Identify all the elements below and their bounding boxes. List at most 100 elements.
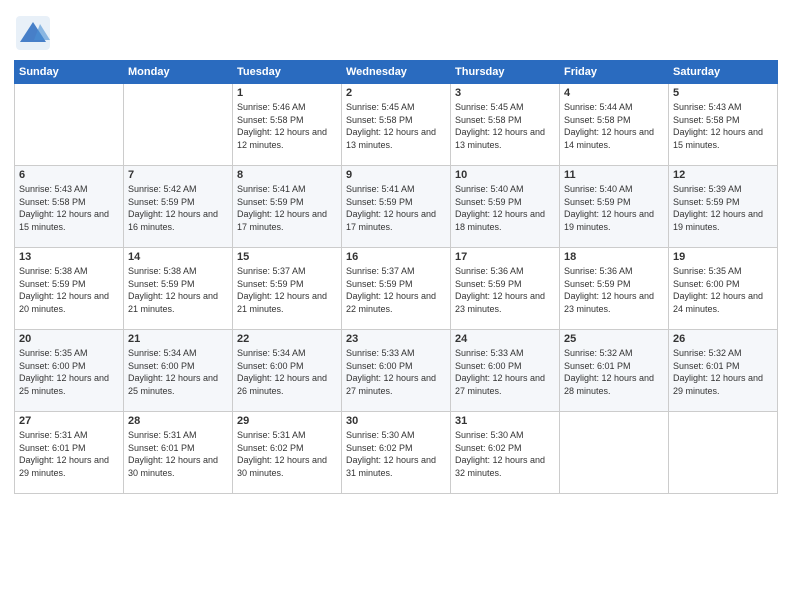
- day-detail: Sunrise: 5:36 AM Sunset: 5:59 PM Dayligh…: [564, 265, 664, 315]
- day-detail: Sunrise: 5:30 AM Sunset: 6:02 PM Dayligh…: [346, 429, 446, 479]
- day-number: 5: [673, 87, 773, 99]
- day-detail: Sunrise: 5:45 AM Sunset: 5:58 PM Dayligh…: [455, 101, 555, 151]
- calendar-cell: 13Sunrise: 5:38 AM Sunset: 5:59 PM Dayli…: [15, 248, 124, 330]
- day-detail: Sunrise: 5:42 AM Sunset: 5:59 PM Dayligh…: [128, 183, 228, 233]
- weekday-header-thursday: Thursday: [451, 61, 560, 84]
- calendar-cell: 9 Sunrise: 5:41 AM Sunset: 5:59 PM Daylig…: [342, 166, 451, 248]
- day-detail: Sunrise: 5:41 AM Sunset: 5:59 PM Dayligh…: [237, 183, 337, 233]
- weekday-header-sunday: Sunday: [15, 61, 124, 84]
- day-number: 1: [237, 87, 337, 99]
- calendar-cell: 16 Sunrise: 5:37 AM Sunset: 5:59 PM Dayli…: [342, 248, 451, 330]
- day-detail: Sunrise: 5:36 AM Sunset: 5:59 PM Dayligh…: [455, 265, 555, 315]
- calendar-cell: 3 Sunrise: 5:45 AM Sunset: 5:58 PM Daylig…: [451, 84, 560, 166]
- day-detail: Sunrise: 5:31 AM Sunset: 6:01 PM Dayligh…: [128, 429, 228, 479]
- calendar-cell: 19Sunrise: 5:35 AM Sunset: 6:00 PM Dayli…: [669, 248, 778, 330]
- calendar-cell: 28 Sunrise: 5:31 AM Sunset: 6:01 PM Dayli…: [124, 412, 233, 494]
- calendar-table: SundayMondayTuesdayWednesdayThursdayFrid…: [14, 60, 778, 494]
- day-number: 10: [455, 169, 555, 181]
- week-row-2: 6Sunrise: 5:43 AM Sunset: 5:58 PM Daylig…: [15, 166, 778, 248]
- day-number: 15: [237, 251, 337, 263]
- day-number: 17: [455, 251, 555, 263]
- day-detail: Sunrise: 5:40 AM Sunset: 5:59 PM Dayligh…: [455, 183, 555, 233]
- day-detail: Sunrise: 5:38 AM Sunset: 5:59 PM Dayligh…: [128, 265, 228, 315]
- logo: [14, 14, 56, 52]
- day-number: 11: [564, 169, 664, 181]
- day-number: 3: [455, 87, 555, 99]
- day-number: 18: [564, 251, 664, 263]
- day-detail: Sunrise: 5:46 AM Sunset: 5:58 PM Dayligh…: [237, 101, 337, 151]
- day-detail: Sunrise: 5:34 AM Sunset: 6:00 PM Dayligh…: [128, 347, 228, 397]
- day-detail: Sunrise: 5:31 AM Sunset: 6:01 PM Dayligh…: [19, 429, 119, 479]
- calendar-cell: 8 Sunrise: 5:41 AM Sunset: 5:59 PM Daylig…: [233, 166, 342, 248]
- day-detail: Sunrise: 5:37 AM Sunset: 5:59 PM Dayligh…: [237, 265, 337, 315]
- calendar-cell: 5 Sunrise: 5:43 AM Sunset: 5:58 PM Daylig…: [669, 84, 778, 166]
- day-detail: Sunrise: 5:41 AM Sunset: 5:59 PM Dayligh…: [346, 183, 446, 233]
- week-row-4: 20 Sunrise: 5:35 AM Sunset: 6:00 PM Dayli…: [15, 330, 778, 412]
- day-detail: Sunrise: 5:43 AM Sunset: 5:58 PM Dayligh…: [19, 183, 119, 233]
- day-number: 7: [128, 169, 228, 181]
- weekday-header-wednesday: Wednesday: [342, 61, 451, 84]
- day-number: 21: [128, 333, 228, 345]
- day-number: 23: [346, 333, 446, 345]
- day-detail: Sunrise: 5:39 AM Sunset: 5:59 PM Dayligh…: [673, 183, 773, 233]
- calendar-cell: 21 Sunrise: 5:34 AM Sunset: 6:00 PM Dayli…: [124, 330, 233, 412]
- calendar-cell: [560, 412, 669, 494]
- day-detail: Sunrise: 5:40 AM Sunset: 5:59 PM Dayligh…: [564, 183, 664, 233]
- calendar-cell: 23Sunrise: 5:33 AM Sunset: 6:00 PM Dayli…: [342, 330, 451, 412]
- calendar-cell: 22 Sunrise: 5:34 AM Sunset: 6:00 PM Dayli…: [233, 330, 342, 412]
- day-number: 22: [237, 333, 337, 345]
- day-detail: Sunrise: 5:33 AM Sunset: 6:00 PM Dayligh…: [455, 347, 555, 397]
- day-detail: Sunrise: 5:35 AM Sunset: 6:00 PM Dayligh…: [673, 265, 773, 315]
- calendar-cell: 6Sunrise: 5:43 AM Sunset: 5:58 PM Daylig…: [15, 166, 124, 248]
- calendar-cell: 31 Sunrise: 5:30 AM Sunset: 6:02 PM Dayli…: [451, 412, 560, 494]
- day-detail: Sunrise: 5:32 AM Sunset: 6:01 PM Dayligh…: [673, 347, 773, 397]
- day-number: 12: [673, 169, 773, 181]
- logo-icon: [14, 14, 52, 52]
- week-row-5: 27Sunrise: 5:31 AM Sunset: 6:01 PM Dayli…: [15, 412, 778, 494]
- day-number: 25: [564, 333, 664, 345]
- day-number: 26: [673, 333, 773, 345]
- week-row-1: 1 Sunrise: 5:46 AM Sunset: 5:58 PM Daylig…: [15, 84, 778, 166]
- weekday-header-saturday: Saturday: [669, 61, 778, 84]
- calendar-cell: 27Sunrise: 5:31 AM Sunset: 6:01 PM Dayli…: [15, 412, 124, 494]
- day-detail: Sunrise: 5:45 AM Sunset: 5:58 PM Dayligh…: [346, 101, 446, 151]
- calendar-cell: 29Sunrise: 5:31 AM Sunset: 6:02 PM Dayli…: [233, 412, 342, 494]
- calendar-cell: 30 Sunrise: 5:30 AM Sunset: 6:02 PM Dayli…: [342, 412, 451, 494]
- calendar-cell: 11 Sunrise: 5:40 AM Sunset: 5:59 PM Dayli…: [560, 166, 669, 248]
- weekday-header-friday: Friday: [560, 61, 669, 84]
- page: SundayMondayTuesdayWednesdayThursdayFrid…: [0, 0, 792, 612]
- calendar-cell: 14Sunrise: 5:38 AM Sunset: 5:59 PM Dayli…: [124, 248, 233, 330]
- day-number: 20: [19, 333, 119, 345]
- calendar-cell: 24 Sunrise: 5:33 AM Sunset: 6:00 PM Dayli…: [451, 330, 560, 412]
- day-detail: Sunrise: 5:35 AM Sunset: 6:00 PM Dayligh…: [19, 347, 119, 397]
- calendar-cell: 10 Sunrise: 5:40 AM Sunset: 5:59 PM Dayli…: [451, 166, 560, 248]
- day-detail: Sunrise: 5:43 AM Sunset: 5:58 PM Dayligh…: [673, 101, 773, 151]
- day-detail: Sunrise: 5:44 AM Sunset: 5:58 PM Dayligh…: [564, 101, 664, 151]
- day-number: 30: [346, 415, 446, 427]
- calendar-cell: 20 Sunrise: 5:35 AM Sunset: 6:00 PM Dayli…: [15, 330, 124, 412]
- day-detail: Sunrise: 5:37 AM Sunset: 5:59 PM Dayligh…: [346, 265, 446, 315]
- day-number: 8: [237, 169, 337, 181]
- calendar-cell: 18 Sunrise: 5:36 AM Sunset: 5:59 PM Dayli…: [560, 248, 669, 330]
- day-detail: Sunrise: 5:34 AM Sunset: 6:00 PM Dayligh…: [237, 347, 337, 397]
- day-detail: Sunrise: 5:30 AM Sunset: 6:02 PM Dayligh…: [455, 429, 555, 479]
- day-number: 4: [564, 87, 664, 99]
- weekday-header-monday: Monday: [124, 61, 233, 84]
- day-detail: Sunrise: 5:32 AM Sunset: 6:01 PM Dayligh…: [564, 347, 664, 397]
- day-number: 13: [19, 251, 119, 263]
- weekday-header-tuesday: Tuesday: [233, 61, 342, 84]
- day-number: 28: [128, 415, 228, 427]
- day-number: 16: [346, 251, 446, 263]
- day-detail: Sunrise: 5:31 AM Sunset: 6:02 PM Dayligh…: [237, 429, 337, 479]
- calendar-cell: 4 Sunrise: 5:44 AM Sunset: 5:58 PM Daylig…: [560, 84, 669, 166]
- calendar-cell: 1 Sunrise: 5:46 AM Sunset: 5:58 PM Daylig…: [233, 84, 342, 166]
- week-row-3: 13 Sunrise: 5:38 AM Sunset: 5:59 PM Dayli…: [15, 248, 778, 330]
- calendar-cell: 2Sunrise: 5:45 AM Sunset: 5:58 PM Daylig…: [342, 84, 451, 166]
- day-number: 31: [455, 415, 555, 427]
- calendar-cell: 12 Sunrise: 5:39 AM Sunset: 5:59 PM Dayli…: [669, 166, 778, 248]
- day-number: 9: [346, 169, 446, 181]
- calendar-cell: 17 Sunrise: 5:36 AM Sunset: 5:59 PM Dayli…: [451, 248, 560, 330]
- calendar-cell: [124, 84, 233, 166]
- header: [14, 10, 778, 52]
- day-number: 24: [455, 333, 555, 345]
